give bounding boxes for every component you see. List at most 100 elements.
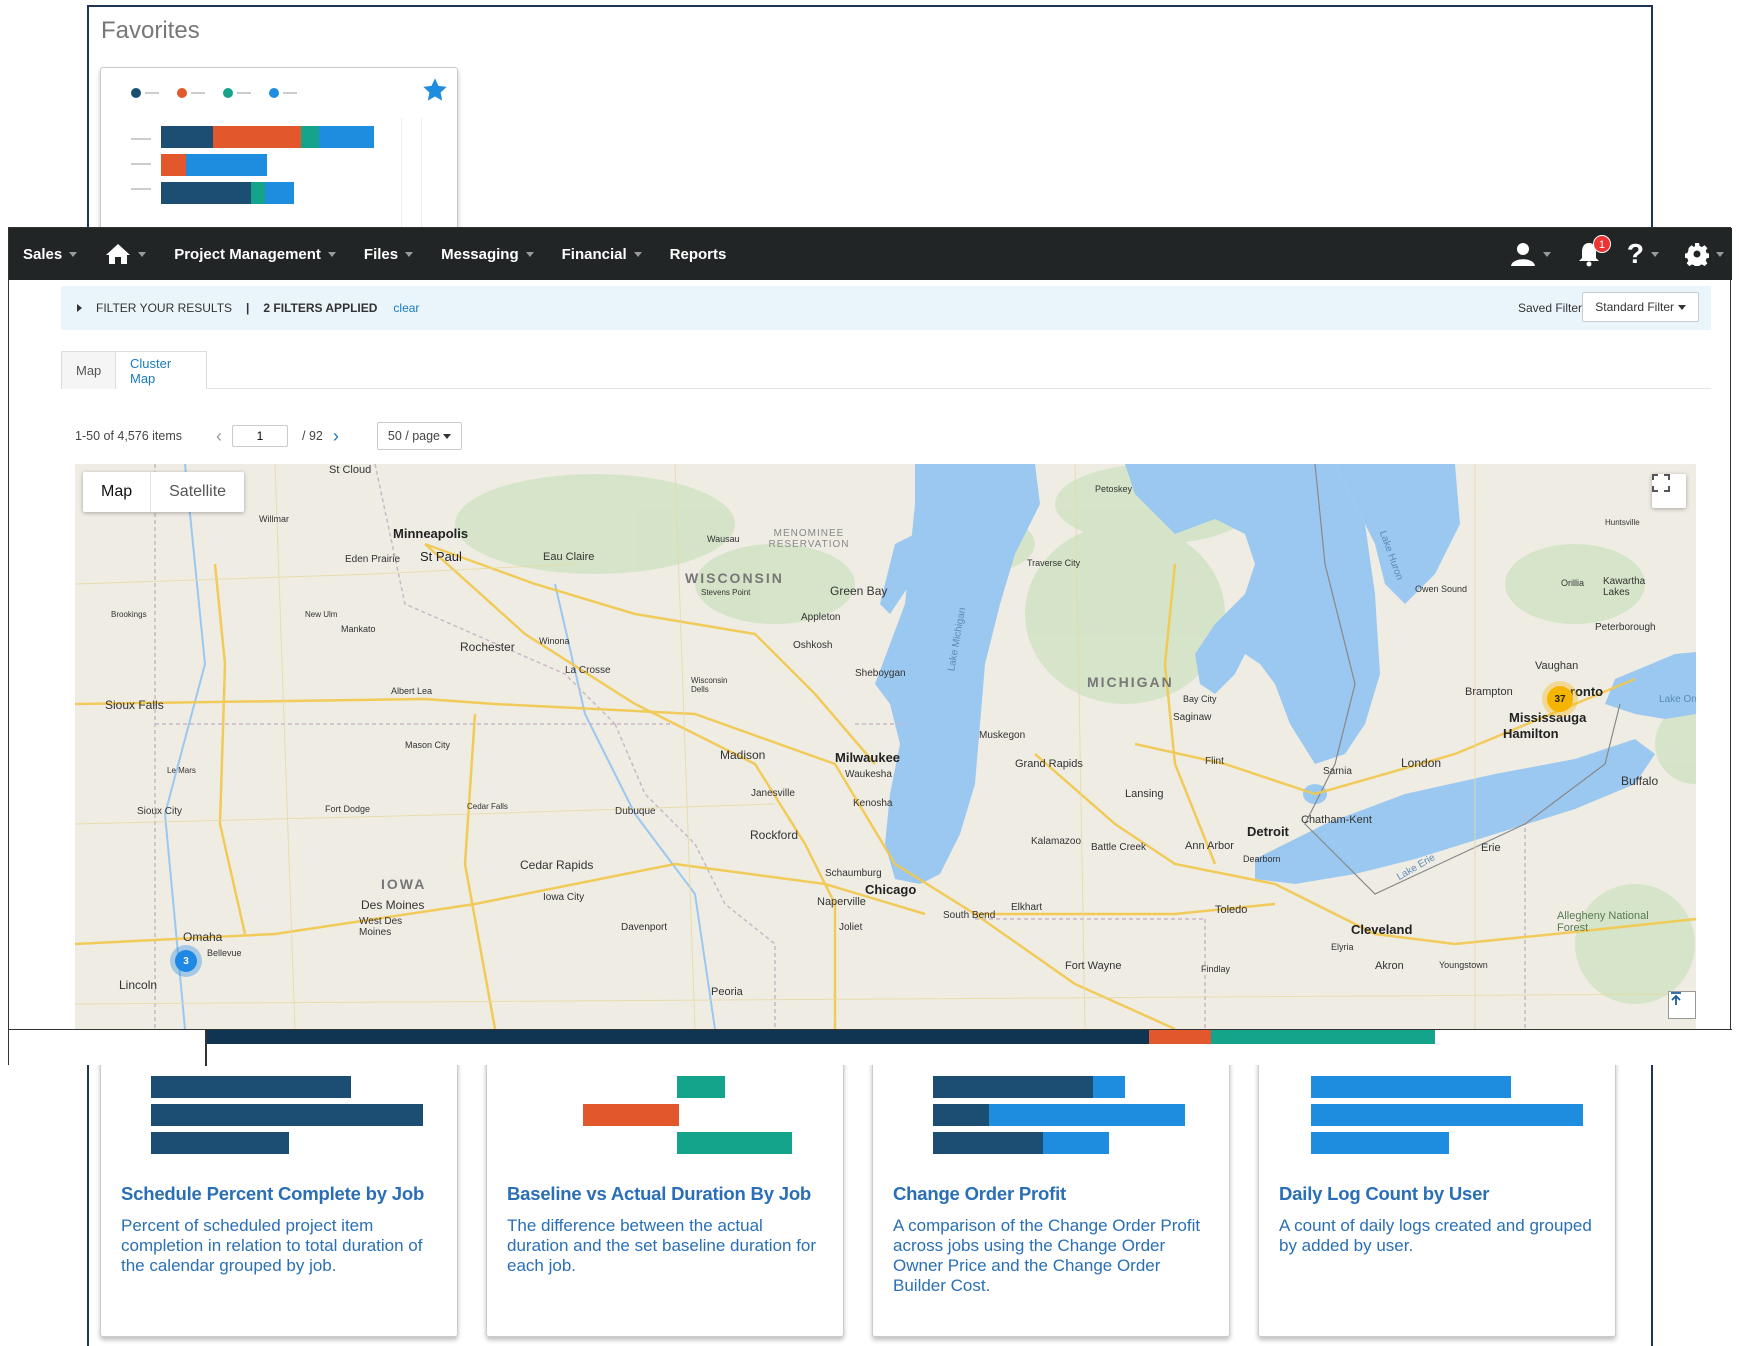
map-type-toggle: Map Satellite bbox=[83, 472, 245, 512]
map-city-label: Kalamazoo bbox=[1031, 836, 1082, 847]
card-title[interactable]: Baseline vs Actual Duration By Job bbox=[507, 1183, 811, 1205]
favorites-title: Favorites bbox=[101, 17, 200, 44]
map-city-label: Minneapolis bbox=[393, 526, 469, 541]
card-title[interactable]: Change Order Profit bbox=[893, 1183, 1066, 1205]
chevron-down-icon bbox=[405, 251, 414, 257]
chevron-down-icon bbox=[138, 251, 147, 257]
map-city-label: Chatham-Kent bbox=[1301, 814, 1372, 826]
saved-filter-select[interactable]: Standard Filter bbox=[1582, 292, 1699, 322]
filter-bar: FILTER YOUR RESULTS | 2 FILTERS APPLIED … bbox=[61, 286, 1711, 330]
report-card[interactable]: Change Order Profit A comparison of the … bbox=[872, 1047, 1230, 1337]
map-city-label: Detroit bbox=[1247, 824, 1289, 839]
map-city-label: Sarnia bbox=[1323, 766, 1352, 777]
map-city-label: Rochester bbox=[460, 640, 515, 654]
map-city-label: Peterborough bbox=[1595, 622, 1656, 633]
scroll-to-top-button[interactable] bbox=[1668, 991, 1696, 1019]
expand-filter-icon[interactable] bbox=[77, 304, 82, 312]
report-card[interactable]: Schedule Percent Complete by Job Percent… bbox=[100, 1047, 458, 1337]
clear-filters-link[interactable]: clear bbox=[393, 301, 419, 315]
chevron-down-icon bbox=[327, 251, 336, 257]
map-city-label: Waukesha bbox=[845, 769, 892, 780]
nav-messaging[interactable]: Messaging bbox=[441, 246, 534, 263]
prev-page-icon[interactable]: ‹ bbox=[216, 426, 222, 447]
chart-legend bbox=[131, 88, 297, 98]
notification-badge: 1 bbox=[1592, 235, 1611, 253]
next-page-icon[interactable]: › bbox=[333, 426, 339, 447]
report-card[interactable]: Baseline vs Actual Duration By Job The d… bbox=[486, 1047, 844, 1337]
fullscreen-button[interactable] bbox=[1652, 474, 1686, 508]
user-menu[interactable] bbox=[1510, 241, 1551, 267]
legend-item bbox=[223, 88, 251, 98]
page-size-select[interactable]: 50 / page bbox=[376, 422, 463, 450]
fullscreen-icon bbox=[1652, 474, 1670, 492]
nav-files[interactable]: Files bbox=[364, 246, 414, 263]
map-city-label: New Ulm bbox=[305, 610, 338, 619]
page-number-input[interactable] bbox=[232, 425, 289, 447]
map-city-label: Green Bay bbox=[830, 584, 888, 598]
chart-bar bbox=[319, 126, 374, 148]
notifications-menu[interactable]: 1 bbox=[1577, 235, 1611, 267]
map-city-label: Milwaukee bbox=[835, 750, 901, 765]
home-icon bbox=[106, 244, 131, 264]
map-city-label: Toledo bbox=[1215, 904, 1248, 916]
arrow-up-icon bbox=[1671, 992, 1681, 1005]
nav-project-management[interactable]: Project Management bbox=[174, 246, 336, 263]
map-city-label: Ann Arbor bbox=[1185, 840, 1234, 852]
map-city-label: Mississauga bbox=[1509, 710, 1587, 725]
map-city-label: Chicago bbox=[865, 882, 917, 897]
saved-filters-label: Saved Filters bbox=[1517, 301, 1588, 315]
map-city-label: South Bend bbox=[943, 910, 996, 921]
chevron-down-icon bbox=[443, 433, 452, 439]
map-city-label: Cedar Falls bbox=[467, 802, 508, 811]
map-cluster-marker[interactable]: 37 bbox=[1547, 686, 1573, 712]
map-city-label: Youngstown bbox=[1439, 960, 1488, 970]
map-city-label: Schaumburg bbox=[825, 868, 882, 879]
map-city-label: Vaughan bbox=[1535, 660, 1579, 672]
map-city-label: Fort Wayne bbox=[1065, 960, 1122, 972]
nav-financial[interactable]: Financial bbox=[562, 246, 642, 263]
page-total: / 92 bbox=[302, 429, 323, 443]
chevron-down-icon bbox=[1651, 251, 1659, 257]
settings-menu[interactable] bbox=[1685, 242, 1724, 266]
map-city-label: Sioux Falls bbox=[105, 698, 164, 712]
map-city-label: Iowa City bbox=[543, 892, 585, 903]
nav-reports[interactable]: Reports bbox=[670, 246, 727, 263]
card-title[interactable]: Schedule Percent Complete by Job bbox=[121, 1183, 424, 1205]
map-type-map[interactable]: Map bbox=[83, 472, 152, 512]
chevron-down-icon bbox=[1678, 304, 1686, 310]
map-city-label: Wisconsin Dells bbox=[691, 676, 728, 694]
help-menu[interactable]: ? bbox=[1627, 240, 1659, 268]
top-navbar: Sales Project Management Files Messaging… bbox=[9, 228, 1732, 280]
map-city-label: Grand Rapids bbox=[1015, 758, 1083, 770]
chart-bar bbox=[301, 126, 319, 148]
map-city-label: Bay City bbox=[1183, 694, 1217, 704]
help-icon: ? bbox=[1626, 238, 1644, 269]
star-icon[interactable] bbox=[421, 76, 449, 104]
map-cluster-marker[interactable]: 3 bbox=[175, 950, 197, 972]
nav-home[interactable] bbox=[105, 242, 147, 266]
map-city-label: Fort Dodge bbox=[325, 804, 371, 814]
map-city-label: Traverse City bbox=[1027, 558, 1081, 568]
chart-bar bbox=[213, 126, 301, 148]
filter-toggle[interactable]: FILTER YOUR RESULTS bbox=[96, 301, 232, 315]
map-city-label: Willmar bbox=[259, 514, 289, 524]
filter-separator: | bbox=[246, 301, 250, 315]
background-chart-strip bbox=[9, 1029, 1732, 1066]
favorite-report-card[interactable] bbox=[100, 67, 458, 237]
map-city-label: Buffalo bbox=[1621, 774, 1659, 788]
cluster-map[interactable]: Minneapolis St Paul Milwaukee Chicago De… bbox=[75, 464, 1696, 1029]
map-city-label: Appleton bbox=[801, 612, 841, 623]
map-city-label: Peoria bbox=[711, 986, 743, 998]
map-city-label: Eden Prairie bbox=[345, 554, 401, 565]
map-city-label: West Des Moines bbox=[359, 916, 403, 938]
map-city-label: Allegheny National Forest bbox=[1557, 910, 1649, 934]
tab-cluster-map[interactable]: Cluster Map bbox=[115, 351, 207, 389]
nav-sales[interactable]: Sales bbox=[23, 246, 78, 263]
gear-icon bbox=[1685, 243, 1709, 266]
map-type-satellite[interactable]: Satellite bbox=[151, 472, 244, 512]
tab-map[interactable]: Map bbox=[61, 351, 116, 389]
card-title[interactable]: Daily Log Count by User bbox=[1279, 1183, 1489, 1205]
report-card[interactable]: Daily Log Count by User A count of daily… bbox=[1258, 1047, 1616, 1337]
chart-bar bbox=[161, 182, 251, 204]
map-state-label: IOWA bbox=[381, 876, 427, 892]
